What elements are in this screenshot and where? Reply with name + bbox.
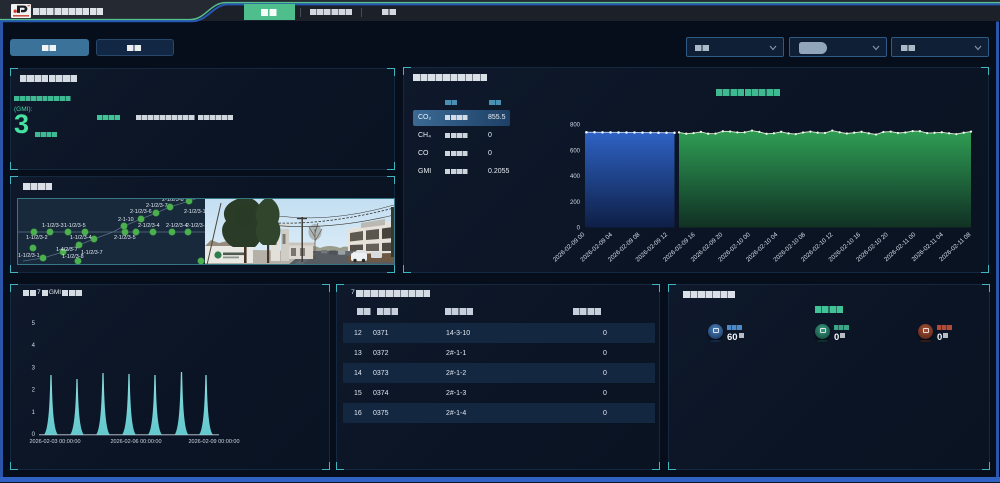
svg-text:2-1/2/3-5: 2-1/2/3-5	[114, 235, 136, 241]
svg-text:400: 400	[570, 174, 581, 180]
svg-text:800: 800	[570, 123, 581, 129]
svg-text:2-1/2/3-7: 2-1/2/3-7	[146, 203, 168, 209]
svg-text:2-1/2/3-6: 2-1/2/3-6	[130, 209, 152, 215]
svg-text:1-1/2/3-3: 1-1/2/3-3	[42, 223, 64, 229]
svg-text:1-1/2/3-5: 1-1/2/3-5	[64, 223, 86, 229]
svg-text:5: 5	[32, 321, 36, 327]
svg-text:2-1/2/3-1: 2-1/2/3-1	[184, 209, 206, 215]
svg-text:600: 600	[570, 148, 581, 154]
svg-text:2-1-10: 2-1-10	[118, 217, 134, 223]
svg-text:0: 0	[577, 226, 581, 232]
svg-text:3: 3	[32, 365, 36, 371]
svg-text:1-1/2/3-7: 1-1/2/3-7	[81, 250, 103, 256]
svg-text:1-1/2/3-4: 1-1/2/3-4	[70, 235, 92, 241]
svg-text:2-1/2/3-4: 2-1/2/3-4	[138, 223, 160, 229]
svg-text:2026-02-09 00:00:00: 2026-02-09 00:00:00	[188, 439, 239, 445]
svg-text:1-1/2/3-1: 1-1/2/3-1	[18, 253, 40, 259]
svg-text:200: 200	[570, 200, 581, 206]
svg-text:2: 2	[32, 388, 36, 394]
svg-text:4: 4	[32, 343, 36, 349]
svg-text:2-1/2/3-8: 2-1/2/3-8	[162, 199, 184, 203]
svg-text:2026-02-03 00:00:00: 2026-02-03 00:00:00	[29, 439, 80, 445]
svg-text:2026-02-06 00:00:00: 2026-02-06 00:00:00	[110, 439, 161, 445]
svg-text:1-4/2/3-7: 1-4/2/3-7	[56, 247, 78, 253]
svg-text:0: 0	[32, 432, 36, 438]
svg-text:1-1/2/3-2: 1-1/2/3-2	[26, 235, 48, 241]
svg-text:2-1/2/3-4: 2-1/2/3-4	[166, 223, 188, 229]
svg-text:1-1/2/3-8: 1-1/2/3-8	[62, 254, 84, 260]
svg-text:2-1/2/3-2: 2-1/2/3-2	[186, 223, 208, 229]
svg-text:1: 1	[32, 410, 36, 416]
